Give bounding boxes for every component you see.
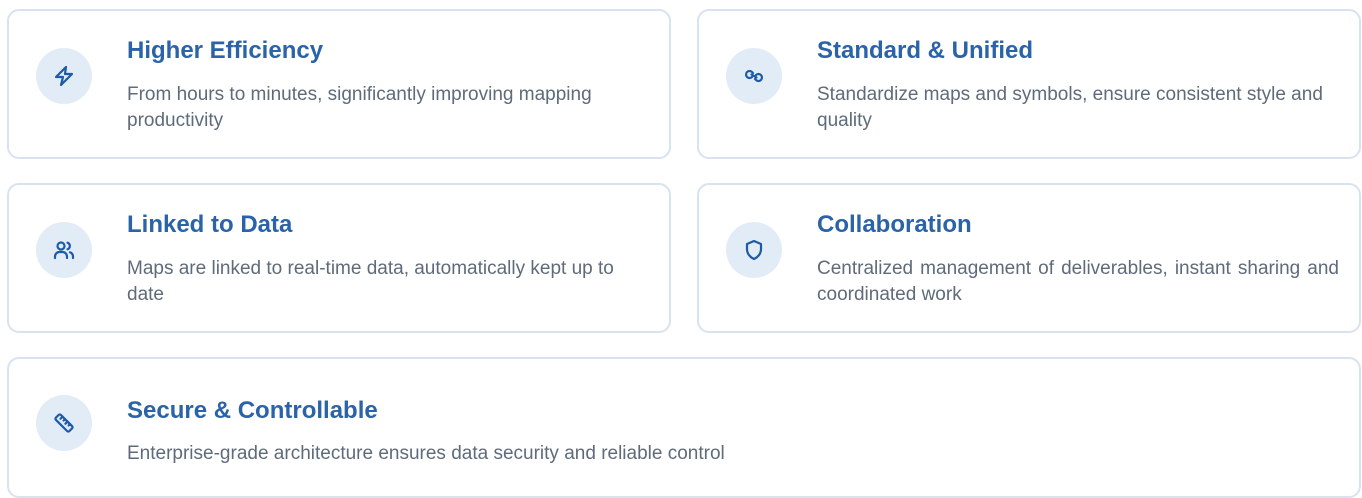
lightning-icon <box>54 65 74 87</box>
users-icon <box>53 241 75 260</box>
ruler-icon <box>54 413 74 433</box>
secure-icon-badge <box>36 395 92 451</box>
linked-icon-badge <box>36 222 92 278</box>
shield-icon <box>745 239 763 261</box>
feature-description: Maps are linked to real-time data, autom… <box>127 258 614 305</box>
feature-description: Standardize maps and symbols, ensure con… <box>817 84 1323 131</box>
feature-title: Standard & Unified <box>817 37 1034 64</box>
collaboration-icon-badge <box>726 222 782 278</box>
feature-card-secure: Secure & Controllable Enterprise-grade a… <box>7 357 1361 498</box>
feature-title: Higher Efficiency <box>127 37 324 64</box>
feature-card-standard: Standard & Unified Standardize maps and … <box>697 9 1361 159</box>
feature-description: Enterprise-grade architecture ensures da… <box>127 443 725 464</box>
feature-title: Collaboration <box>817 211 972 238</box>
link-icon <box>745 69 763 83</box>
feature-title: Linked to Data <box>127 211 293 238</box>
feature-title: Secure & Controllable <box>127 397 378 424</box>
feature-card-collaboration: Collaboration Centralized management of … <box>697 183 1361 333</box>
efficiency-icon-badge <box>36 48 92 104</box>
feature-description: From hours to minutes, significantly imp… <box>127 84 592 131</box>
feature-card-efficiency: Higher Efficiency From hours to minutes,… <box>7 9 671 159</box>
feature-card-linked: Linked to Data Maps are linked to real-t… <box>7 183 671 333</box>
standard-icon-badge <box>726 48 782 104</box>
feature-description: Centralized management of deliverables, … <box>817 258 1339 305</box>
